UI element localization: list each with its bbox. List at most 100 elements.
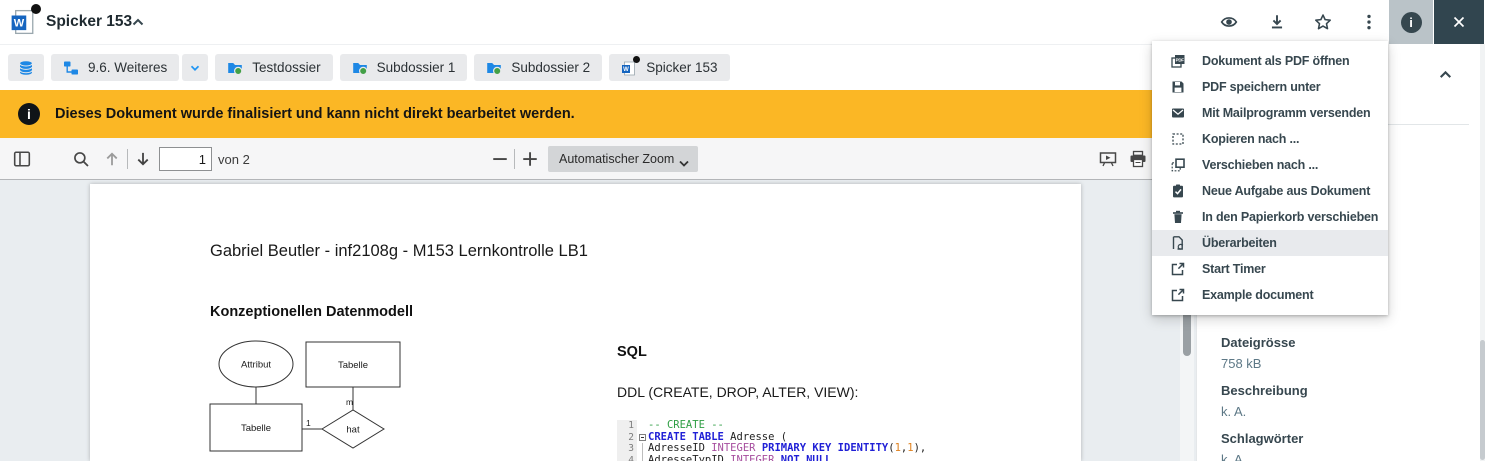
menu-item-label: Überarbeiten bbox=[1202, 236, 1277, 250]
menu-item-open-as-pdf[interactable]: PDF Dokument als PDF öffnen bbox=[1152, 48, 1388, 74]
field-value-dateigroesse: 758 kB bbox=[1221, 356, 1261, 371]
sql-code-block: 1 -- CREATE -- 2 CREATE TABLE Adresse ( … bbox=[617, 420, 987, 461]
field-value-schlagwoerter: k. A. bbox=[1221, 452, 1246, 461]
sidebar-toggle-icon[interactable] bbox=[13, 150, 31, 168]
star-icon[interactable] bbox=[1314, 13, 1332, 31]
menu-item-label: Example document bbox=[1202, 288, 1313, 302]
menu-item-revise[interactable]: Überarbeiten bbox=[1152, 230, 1388, 256]
topbar: W Spicker 153 bbox=[0, 0, 1486, 45]
download-icon[interactable] bbox=[1268, 13, 1286, 31]
trash-icon bbox=[1170, 209, 1186, 225]
breadcrumb-item-subdossier-1[interactable]: Subdossier 1 bbox=[340, 54, 468, 81]
info-icon: i bbox=[1401, 12, 1422, 33]
search-icon[interactable] bbox=[72, 150, 90, 168]
pdf-icon: PDF bbox=[1170, 53, 1186, 69]
presentation-mode-icon[interactable] bbox=[1099, 150, 1117, 168]
page-number-input[interactable] bbox=[159, 147, 212, 171]
menu-item-example-document[interactable]: Example document bbox=[1152, 282, 1388, 308]
breadcrumb-label: Spicker 153 bbox=[646, 60, 717, 75]
code-token: INTEGER bbox=[711, 442, 755, 454]
code-token: PRIMARY KEY IDENTITY bbox=[762, 442, 888, 454]
zoom-select[interactable]: Automatischer Zoom bbox=[548, 146, 698, 172]
info-button[interactable]: i bbox=[1389, 0, 1433, 44]
breadcrumb-label: Subdossier 1 bbox=[377, 60, 456, 75]
svg-text:PDF: PDF bbox=[1176, 58, 1185, 63]
breadcrumb-item-testdossier[interactable]: Testdossier bbox=[215, 54, 332, 81]
zoom-select-value: Automatischer Zoom bbox=[559, 152, 674, 166]
breadcrumb-item-spicker[interactable]: W Spicker 153 bbox=[609, 54, 729, 81]
database-icon bbox=[18, 60, 34, 76]
close-button[interactable] bbox=[1434, 0, 1484, 44]
diagram-rect-bottom-label: Tabelle bbox=[241, 423, 271, 434]
svg-text:W: W bbox=[623, 67, 629, 73]
chevron-down-icon bbox=[188, 61, 202, 75]
sidebar-scrollbar-thumb[interactable] bbox=[1480, 340, 1485, 460]
fold-gutter bbox=[637, 455, 648, 461]
close-icon bbox=[1451, 14, 1467, 30]
external-link-icon bbox=[1170, 261, 1186, 277]
word-doc-icon: W bbox=[10, 9, 36, 35]
menu-item-new-task-from-document[interactable]: Neue Aufgabe aus Dokument bbox=[1152, 178, 1388, 204]
new-task-icon bbox=[1170, 183, 1186, 199]
external-link-icon bbox=[1170, 287, 1186, 303]
code-token: INTEGER bbox=[730, 454, 774, 461]
zoom-out-icon[interactable] bbox=[491, 150, 509, 168]
fold-scope-line bbox=[642, 443, 643, 455]
kebab-menu-icon[interactable] bbox=[1360, 13, 1378, 31]
chevron-up-icon[interactable] bbox=[130, 14, 146, 30]
print-icon[interactable] bbox=[1129, 150, 1147, 168]
pdf-page: Gabriel Beutler - inf2108g - M153 Lernko… bbox=[90, 184, 1081, 461]
menu-item-label: Dokument als PDF öffnen bbox=[1202, 54, 1350, 68]
breadcrumb-item-weiteres[interactable]: 9.6. Weiteres bbox=[51, 54, 179, 81]
field-value-beschreibung: k. A. bbox=[1221, 404, 1246, 419]
revise-icon bbox=[1170, 235, 1186, 251]
pdf-viewer: Gabriel Beutler - inf2108g - M153 Lernko… bbox=[0, 180, 1196, 461]
code-token: Adresse ( bbox=[724, 431, 787, 443]
page-up-icon[interactable] bbox=[103, 150, 121, 168]
code-token: AdresseID bbox=[648, 442, 711, 454]
menu-item-start-timer[interactable]: Start Timer bbox=[1152, 256, 1388, 282]
eye-icon[interactable] bbox=[1220, 13, 1238, 31]
document-title: Gabriel Beutler - inf2108g - M153 Lernko… bbox=[210, 242, 588, 261]
menu-item-move-to-trash[interactable]: In den Papierkorb verschieben bbox=[1152, 204, 1388, 230]
breadcrumb-root[interactable] bbox=[8, 54, 44, 81]
diagram-rect-top-label: Tabelle bbox=[338, 360, 368, 371]
menu-item-label: Start Timer bbox=[1202, 262, 1266, 276]
document-section-heading: Konzeptionellen Datenmodell bbox=[210, 304, 413, 320]
structure-icon bbox=[63, 60, 79, 76]
breadcrumb-label: Testdossier bbox=[252, 60, 320, 75]
menu-item-move-to[interactable]: Verschieben nach ... bbox=[1152, 152, 1388, 178]
code-line: 4 AdresseTypID INTEGER NOT NULL bbox=[617, 455, 987, 461]
breadcrumb-label: Subdossier 2 bbox=[511, 60, 590, 75]
document-actions-menu: PDF Dokument als PDF öffnen PDF speicher… bbox=[1152, 41, 1388, 315]
field-label-schlagwoerter: Schlagwörter bbox=[1221, 431, 1303, 446]
fold-gutter bbox=[637, 420, 648, 432]
diagram-cardinality-m: m bbox=[346, 397, 353, 407]
menu-item-save-pdf-as[interactable]: PDF speichern unter bbox=[1152, 74, 1388, 100]
line-number: 3 bbox=[617, 443, 637, 455]
banner-text: Dieses Dokument wurde finalisiert und ka… bbox=[55, 106, 575, 122]
menu-item-copy-to[interactable]: Kopieren nach ... bbox=[1152, 126, 1388, 152]
info-icon: i bbox=[18, 103, 40, 125]
breadcrumb-dropdown-toggle[interactable] bbox=[182, 54, 208, 81]
document-status-dot bbox=[633, 56, 640, 63]
folder-icon bbox=[352, 60, 368, 76]
zoom-in-icon[interactable] bbox=[521, 150, 539, 168]
menu-item-send-via-mail[interactable]: Mit Mailprogramm versenden bbox=[1152, 100, 1388, 126]
menu-item-label: PDF speichern unter bbox=[1202, 80, 1320, 94]
word-doc-icon: W bbox=[621, 60, 637, 76]
app-window: W Spicker 153 bbox=[0, 0, 1486, 461]
pdf-toolbar: von 2 Automatischer Zoom bbox=[0, 138, 1196, 180]
page-down-icon[interactable] bbox=[134, 150, 152, 168]
breadcrumb-item-subdossier-2[interactable]: Subdossier 2 bbox=[474, 54, 602, 81]
collapse-panel-chevron-up-icon[interactable] bbox=[1437, 66, 1454, 83]
fold-scope-line bbox=[642, 455, 643, 461]
er-diagram: Attribut Tabelle Tabelle hat m 1 bbox=[204, 333, 464, 461]
field-label-dateigroesse: Dateigrösse bbox=[1221, 335, 1295, 350]
fold-marker[interactable] bbox=[639, 434, 646, 441]
fold-gutter bbox=[637, 443, 648, 455]
code-token: ), bbox=[914, 442, 927, 454]
document-status-dot bbox=[31, 4, 41, 14]
menu-item-label: Mit Mailprogramm versenden bbox=[1202, 106, 1370, 120]
page-count-label: von 2 bbox=[218, 152, 250, 167]
